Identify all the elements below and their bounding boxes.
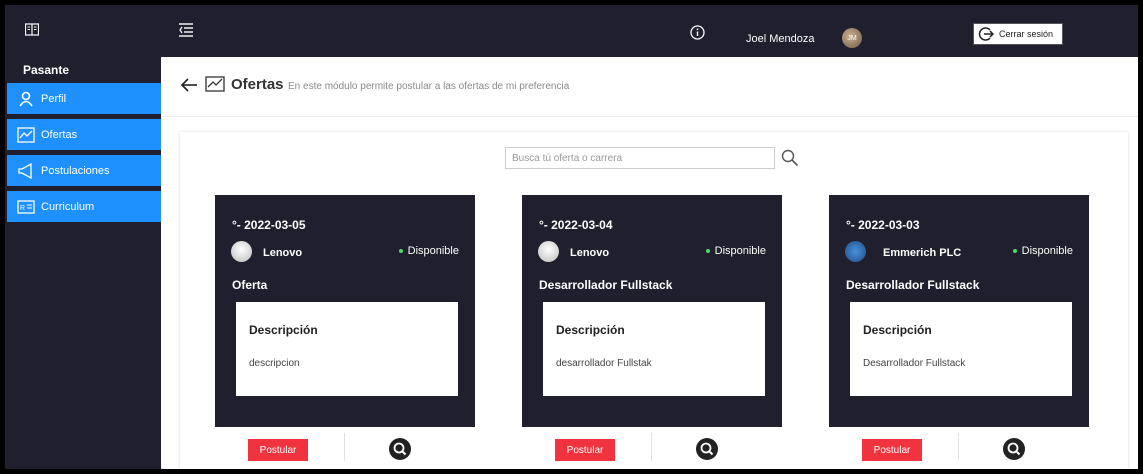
info-icon[interactable]	[690, 25, 705, 40]
postular-button[interactable]: Postular	[862, 439, 922, 461]
sidebar-item-postulaciones[interactable]: Postulaciones	[7, 155, 161, 186]
sidebar: Pasante Perfil Ofertas Postulaciones R C…	[5, 5, 161, 469]
offer-card-header: °- 2022-03-03 Emmerich PLC Disponible De…	[829, 195, 1089, 427]
search-icon	[781, 149, 799, 167]
sidebar-item-label: Ofertas	[41, 128, 78, 141]
sidebar-item-curriculum[interactable]: R Curriculum	[7, 191, 161, 222]
status-badge: Disponible	[398, 245, 459, 257]
company-logo	[845, 241, 866, 262]
sidebar-item-ofertas[interactable]: Ofertas	[7, 119, 161, 150]
offer-card: °- 2022-03-05 Lenovo Disponible Oferta D…	[215, 195, 475, 469]
description-title: Descripción	[249, 323, 318, 337]
offer-role: Desarrollador Fullstack	[846, 278, 980, 292]
footer-divider	[958, 433, 959, 461]
status-dot	[705, 249, 710, 253]
description-box: Descripción descripcion	[236, 302, 458, 396]
status-dot	[1012, 249, 1017, 253]
menu-collapse-icon[interactable]	[179, 23, 193, 37]
status-badge: Disponible	[705, 245, 766, 257]
sidebar-item-label: Postulaciones	[41, 164, 110, 177]
search-bar	[505, 147, 805, 171]
chart-icon	[17, 126, 35, 144]
description-text: Desarrollador Fullstack	[863, 358, 966, 369]
view-details-icon[interactable]	[1002, 437, 1026, 461]
sidebar-item-perfil[interactable]: Perfil	[7, 83, 161, 114]
sidebar-title: Pasante	[23, 63, 70, 77]
offer-card: °- 2022-03-04 Lenovo Disponible Desarrol…	[522, 195, 782, 469]
offer-card-header: °- 2022-03-04 Lenovo Disponible Desarrol…	[522, 195, 782, 427]
user-name: Joel Mendoza	[746, 33, 815, 45]
description-box: Descripción desarrollador Fullstak	[543, 302, 765, 396]
postular-button[interactable]: Postular	[248, 439, 308, 461]
status-label: Disponible	[714, 245, 766, 257]
page-subtitle: En este módulo permite postular a las of…	[288, 81, 570, 92]
company-name: Lenovo	[570, 247, 610, 259]
offer-card-footer: Postular	[522, 427, 782, 469]
offer-card-footer: Postular	[829, 427, 1089, 469]
offer-card: °- 2022-03-03 Emmerich PLC Disponible De…	[829, 195, 1089, 469]
sidebar-item-label: Curriculum	[41, 200, 95, 213]
offer-date: °- 2022-03-03	[846, 218, 920, 232]
sidebar-item-label: Perfil	[41, 92, 67, 105]
header-divider	[161, 116, 1138, 117]
search-input[interactable]	[505, 147, 775, 169]
footer-divider	[651, 433, 652, 461]
back-arrow-icon[interactable]	[180, 78, 198, 92]
user-icon	[17, 90, 35, 108]
offer-role: Oferta	[232, 278, 268, 292]
megaphone-icon	[17, 162, 35, 180]
user-avatar[interactable]: JM	[842, 28, 862, 48]
offer-role: Desarrollador Fullstack	[539, 278, 673, 292]
book-icon	[25, 23, 39, 36]
description-text: desarrollador Fullstak	[556, 358, 652, 369]
company-logo	[231, 241, 252, 262]
logout-button[interactable]: Cerrar sesión	[973, 23, 1063, 45]
offer-date: °- 2022-03-04	[539, 218, 613, 232]
company-logo	[538, 241, 559, 262]
avatar-initials: JM	[847, 34, 857, 42]
description-box: Descripción Desarrollador Fullstack	[850, 302, 1072, 396]
search-button[interactable]	[775, 145, 805, 171]
status-label: Disponible	[407, 245, 459, 257]
status-badge: Disponible	[1012, 245, 1073, 257]
top-bar: Joel Mendoza JM Cerrar sesión	[161, 5, 1138, 57]
description-text: descripcion	[249, 358, 300, 369]
logout-label: Cerrar sesión	[999, 29, 1054, 39]
page-title: Ofertas	[231, 76, 284, 93]
status-label: Disponible	[1021, 245, 1073, 257]
app-frame: Pasante Perfil Ofertas Postulaciones R C…	[5, 5, 1138, 469]
chart-icon	[205, 76, 225, 92]
svg-text:R: R	[20, 205, 25, 212]
description-title: Descripción	[556, 323, 625, 337]
view-details-icon[interactable]	[695, 437, 719, 461]
id-card-icon: R	[17, 198, 35, 216]
logout-icon	[978, 27, 994, 41]
status-dot	[398, 249, 403, 253]
company-name: Emmerich PLC	[883, 247, 962, 259]
offer-date: °- 2022-03-05	[232, 218, 306, 232]
postular-button[interactable]: Postular	[555, 439, 615, 461]
description-title: Descripción	[863, 323, 932, 337]
company-name: Lenovo	[263, 247, 303, 259]
footer-divider	[344, 433, 345, 461]
view-details-icon[interactable]	[388, 437, 412, 461]
offer-card-footer: Postular	[215, 427, 475, 469]
offer-card-header: °- 2022-03-05 Lenovo Disponible Oferta D…	[215, 195, 475, 427]
